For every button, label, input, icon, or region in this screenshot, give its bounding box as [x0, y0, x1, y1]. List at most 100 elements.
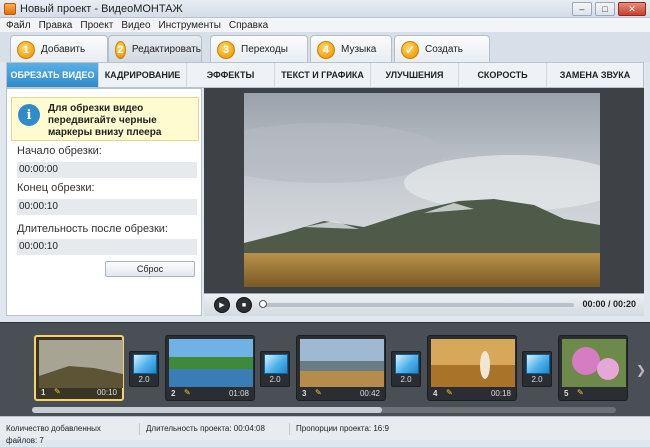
- close-button[interactable]: ✕: [618, 2, 646, 16]
- menu-project[interactable]: Проект: [80, 20, 113, 31]
- clip-duration: 01:08: [228, 389, 249, 398]
- title-bar: Новый проект - ВидеоМОНТАЖ – □ ✕: [0, 0, 650, 18]
- step-label: Добавить: [41, 44, 86, 55]
- tab-trim-video[interactable]: ОБРЕЗАТЬ ВИДЕО: [7, 63, 99, 87]
- transition-icon: [526, 354, 550, 374]
- trim-duration-field: 00:00:10: [17, 239, 197, 255]
- step-number-badge: 2: [115, 40, 126, 59]
- trim-panel: i Для обрезки видео передвигайте черные …: [6, 88, 202, 316]
- window-controls: – □ ✕: [572, 2, 646, 16]
- transition-2[interactable]: 2.0: [260, 351, 290, 387]
- transition-3[interactable]: 2.0: [391, 351, 421, 387]
- seek-bar[interactable]: [259, 300, 574, 308]
- status-file-count: Количество добавленных файлов: 7: [0, 422, 140, 445]
- trim-start-field[interactable]: 00:00:00: [17, 162, 197, 178]
- pencil-icon[interactable]: ✎: [54, 387, 61, 396]
- landscape-frame: [244, 93, 600, 287]
- transition-icon: [395, 354, 419, 374]
- storyboard-scrollbar[interactable]: [32, 407, 616, 413]
- tab-speed[interactable]: СКОРОСТЬ: [459, 63, 547, 87]
- menu-bar: Файл Правка Проект Видео Инструменты Спр…: [0, 18, 650, 32]
- step-music[interactable]: 4 Музыка: [310, 35, 392, 63]
- video-preview[interactable]: [244, 93, 600, 287]
- clip-thumbnail: [431, 339, 515, 387]
- clip-duration: 00:42: [359, 389, 380, 398]
- step-transitions[interactable]: 3 Переходы: [210, 35, 308, 63]
- clip-thumbnail: [39, 340, 123, 388]
- wizard-steps: 1 Добавить 2 Редактировать 3 Переходы 4 …: [0, 32, 650, 63]
- trim-start-label: Начало обрезки:: [17, 145, 102, 157]
- clip-1[interactable]: 1 ✎ 00:10: [34, 335, 124, 401]
- trim-hint: i Для обрезки видео передвигайте черные …: [11, 97, 199, 141]
- step-label: Музыка: [341, 44, 377, 55]
- transition-duration: 2.0: [269, 375, 281, 384]
- step-label: Создать: [425, 44, 464, 55]
- transition-duration: 2.0: [531, 375, 543, 384]
- transition-duration: 2.0: [400, 375, 412, 384]
- clip-duration: 00:18: [490, 389, 511, 398]
- menu-file[interactable]: Файл: [6, 20, 31, 31]
- status-bar: Количество добавленных файлов: 7 Длитель…: [0, 416, 650, 445]
- transition-1[interactable]: 2.0: [129, 351, 159, 387]
- menu-video[interactable]: Видео: [121, 20, 150, 31]
- maximize-button[interactable]: □: [595, 2, 615, 16]
- menu-edit[interactable]: Правка: [39, 20, 73, 31]
- step-label: Редактировать: [131, 44, 201, 55]
- hint-text: Для обрезки видео передвигайте черные ма…: [48, 103, 162, 138]
- tab-effects[interactable]: ЭФФЕКТЫ: [187, 63, 275, 87]
- pencil-icon[interactable]: ✎: [315, 388, 322, 397]
- clip-number: 5: [564, 389, 569, 398]
- clip-thumbnail: [300, 339, 384, 387]
- player-controls: ▶ ■ 00:00 / 00:20: [204, 293, 644, 316]
- stop-button[interactable]: ■: [236, 297, 252, 313]
- clip-number: 2: [171, 389, 176, 398]
- reset-button[interactable]: Сброс: [105, 261, 195, 277]
- app-window: Новый проект - ВидеоМОНТАЖ – □ ✕ Файл Пр…: [0, 0, 650, 445]
- step-label: Переходы: [241, 44, 288, 55]
- clip-4[interactable]: 4 ✎ 00:18: [427, 335, 517, 401]
- info-icon: i: [18, 104, 40, 126]
- storyboard: 1 ✎ 00:10 2.0 2 ✎ 01:08 2.0 3 ✎ 00:42 2.…: [0, 322, 650, 416]
- menu-tools[interactable]: Инструменты: [159, 20, 221, 31]
- play-button[interactable]: ▶: [214, 297, 230, 313]
- trim-duration-label: Длительность после обрезки:: [17, 223, 168, 235]
- step-edit[interactable]: 2 Редактировать: [108, 35, 202, 63]
- step-create[interactable]: ✓ Создать: [394, 35, 490, 63]
- transition-4[interactable]: 2.0: [522, 351, 552, 387]
- pencil-icon[interactable]: ✎: [446, 388, 453, 397]
- scroll-right-icon[interactable]: ❯: [636, 363, 646, 377]
- pencil-icon[interactable]: ✎: [577, 388, 584, 397]
- clip-number: 4: [433, 389, 438, 398]
- transition-icon: [264, 354, 288, 374]
- scrollbar-thumb[interactable]: [32, 407, 382, 413]
- seek-handle[interactable]: [259, 300, 267, 308]
- clip-duration: 00:10: [96, 388, 117, 397]
- clip-3[interactable]: 3 ✎ 00:42: [296, 335, 386, 401]
- transition-icon: [133, 354, 157, 374]
- video-player: ▶ ■ 00:00 / 00:20: [204, 88, 644, 316]
- window-title: Новый проект - ВидеоМОНТАЖ: [20, 2, 183, 15]
- tab-text-graphics[interactable]: ТЕКСТ И ГРАФИКА: [275, 63, 371, 87]
- transition-duration: 2.0: [138, 375, 150, 384]
- minimize-button[interactable]: –: [572, 2, 592, 16]
- step-number-badge: 3: [217, 40, 235, 59]
- clip-thumbnail: [562, 339, 626, 387]
- tab-crop[interactable]: КАДРИРОВАНИЕ: [99, 63, 187, 87]
- clip-thumbnail: [169, 339, 253, 387]
- time-readout: 00:00 / 00:20: [582, 299, 636, 309]
- clip-2[interactable]: 2 ✎ 01:08: [165, 335, 255, 401]
- trim-end-field[interactable]: 00:00:10: [17, 199, 197, 215]
- checkmark-icon: ✓: [401, 40, 419, 59]
- trim-end-label: Конец обрезки:: [17, 182, 95, 194]
- tab-enhancements[interactable]: УЛУЧШЕНИЯ: [371, 63, 459, 87]
- clip-number: 3: [302, 389, 307, 398]
- menu-help[interactable]: Справка: [229, 20, 268, 31]
- pencil-icon[interactable]: ✎: [184, 388, 191, 397]
- step-number-badge: 4: [317, 40, 335, 59]
- clip-5[interactable]: 5 ✎: [558, 335, 628, 401]
- step-add[interactable]: 1 Добавить: [10, 35, 108, 63]
- edit-tabs: ОБРЕЗАТЬ ВИДЕО КАДРИРОВАНИЕ ЭФФЕКТЫ ТЕКС…: [6, 62, 644, 88]
- tab-replace-sound[interactable]: ЗАМЕНА ЗВУКА: [547, 63, 643, 87]
- status-aspect-ratio: Пропорции проекта: 16:9: [296, 423, 389, 433]
- clip-number: 1: [41, 388, 46, 397]
